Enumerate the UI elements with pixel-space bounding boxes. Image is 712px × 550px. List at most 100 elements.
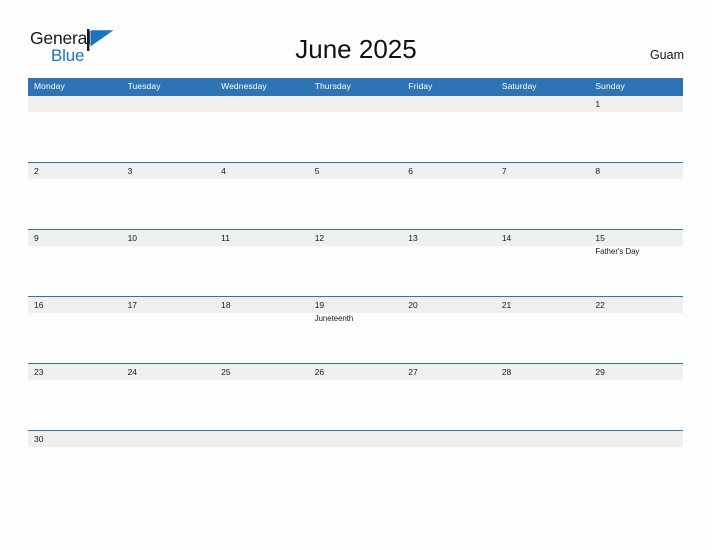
- day-cell[interactable]: [496, 246, 590, 296]
- day-cell[interactable]: [309, 246, 403, 296]
- day-number[interactable]: 16: [28, 297, 122, 313]
- day-cell[interactable]: [28, 313, 122, 363]
- day-number[interactable]: 3: [122, 163, 216, 179]
- day-cell[interactable]: [122, 112, 216, 162]
- day-cell[interactable]: [402, 380, 496, 430]
- day-number[interactable]: 2: [28, 163, 122, 179]
- day-number[interactable]: 25: [215, 364, 309, 380]
- day-cell[interactable]: [589, 179, 683, 229]
- day-cell[interactable]: [122, 246, 216, 296]
- day-number[interactable]: 28: [496, 364, 590, 380]
- day-number[interactable]: 27: [402, 364, 496, 380]
- day-cell[interactable]: [402, 112, 496, 162]
- day-number[interactable]: 13: [402, 230, 496, 246]
- day-number[interactable]: 18: [215, 297, 309, 313]
- day-number[interactable]: 17: [122, 297, 216, 313]
- page-title: June 2025: [295, 34, 417, 64]
- day-number[interactable]: 30: [28, 431, 122, 447]
- day-number[interactable]: [122, 431, 216, 447]
- day-number[interactable]: 23: [28, 364, 122, 380]
- day-event-band: Father's Day: [28, 246, 683, 296]
- day-cell[interactable]: [28, 246, 122, 296]
- day-number[interactable]: [496, 96, 590, 112]
- day-number[interactable]: 7: [496, 163, 590, 179]
- day-cell[interactable]: [215, 179, 309, 229]
- day-event-band: [28, 112, 683, 162]
- day-number[interactable]: 10: [122, 230, 216, 246]
- week-row: 23 24 25 26 27 28 29: [28, 363, 683, 430]
- day-cell[interactable]: [122, 380, 216, 430]
- day-number[interactable]: 14: [496, 230, 590, 246]
- weekday-header-saturday: Saturday: [501, 81, 537, 91]
- weekday-header-thursday: Thursday: [314, 81, 351, 91]
- day-cell-juneteenth[interactable]: Juneteenth: [309, 313, 403, 363]
- day-number[interactable]: 19: [309, 297, 403, 313]
- day-number[interactable]: 4: [215, 163, 309, 179]
- day-number[interactable]: [402, 96, 496, 112]
- day-number-band: 1: [28, 96, 683, 112]
- day-event-band: Juneteenth: [28, 313, 683, 363]
- day-cell-fathers-day[interactable]: Father's Day: [589, 246, 683, 296]
- day-cell[interactable]: [309, 380, 403, 430]
- day-number-band: 9 10 11 12 13 14 15: [28, 230, 683, 246]
- day-cell[interactable]: [215, 112, 309, 162]
- day-number[interactable]: [215, 431, 309, 447]
- day-number[interactable]: 9: [28, 230, 122, 246]
- day-number[interactable]: [496, 431, 590, 447]
- day-number[interactable]: 1: [589, 96, 683, 112]
- day-cell[interactable]: [28, 179, 122, 229]
- day-cell[interactable]: [496, 112, 590, 162]
- weekday-header-friday: Friday: [408, 81, 433, 91]
- day-cell[interactable]: [309, 179, 403, 229]
- day-number[interactable]: [28, 96, 122, 112]
- day-cell[interactable]: [122, 313, 216, 363]
- weekday-header-sunday: Sunday: [595, 81, 625, 91]
- day-cell[interactable]: [122, 179, 216, 229]
- day-number-band: 30: [28, 431, 683, 447]
- day-cell[interactable]: [496, 313, 590, 363]
- day-cell[interactable]: [28, 380, 122, 430]
- day-cell[interactable]: [496, 380, 590, 430]
- weekday-header-tuesday: Tuesday: [127, 81, 161, 91]
- day-cell[interactable]: [309, 112, 403, 162]
- day-event-band: [28, 380, 683, 430]
- day-number[interactable]: 24: [122, 364, 216, 380]
- day-number[interactable]: 12: [309, 230, 403, 246]
- day-cell[interactable]: [402, 246, 496, 296]
- weekday-header-monday: Monday: [34, 81, 65, 91]
- day-number[interactable]: [402, 431, 496, 447]
- week-row: 30: [28, 430, 683, 452]
- day-cell[interactable]: [215, 246, 309, 296]
- day-number[interactable]: [589, 431, 683, 447]
- day-cell[interactable]: [589, 313, 683, 363]
- day-number[interactable]: [215, 96, 309, 112]
- day-cell[interactable]: [402, 179, 496, 229]
- week-row: 1: [28, 95, 683, 162]
- day-cell[interactable]: [402, 313, 496, 363]
- day-number[interactable]: 8: [589, 163, 683, 179]
- day-number[interactable]: [309, 96, 403, 112]
- event-label: Juneteenth: [314, 314, 354, 323]
- day-event-band: [28, 179, 683, 229]
- day-cell[interactable]: [215, 380, 309, 430]
- day-number[interactable]: 15: [589, 230, 683, 246]
- day-number[interactable]: [122, 96, 216, 112]
- day-cell[interactable]: [28, 112, 122, 162]
- day-number[interactable]: 22: [589, 297, 683, 313]
- event-label: Father's Day: [595, 247, 640, 256]
- day-number[interactable]: [309, 431, 403, 447]
- day-cell[interactable]: [589, 112, 683, 162]
- day-cell[interactable]: [496, 179, 590, 229]
- day-number[interactable]: 20: [402, 297, 496, 313]
- day-number[interactable]: 5: [309, 163, 403, 179]
- day-number[interactable]: 6: [402, 163, 496, 179]
- day-number[interactable]: 11: [215, 230, 309, 246]
- weekday-header-wednesday: Wednesday: [221, 81, 267, 91]
- day-number[interactable]: 21: [496, 297, 590, 313]
- day-cell[interactable]: [589, 380, 683, 430]
- day-number-band: 2 3 4 5 6 7 8: [28, 163, 683, 179]
- day-number[interactable]: 26: [309, 364, 403, 380]
- day-number[interactable]: 29: [589, 364, 683, 380]
- weekday-header-row: Monday Tuesday Wednesday Thursday Friday…: [28, 78, 683, 95]
- day-cell[interactable]: [215, 313, 309, 363]
